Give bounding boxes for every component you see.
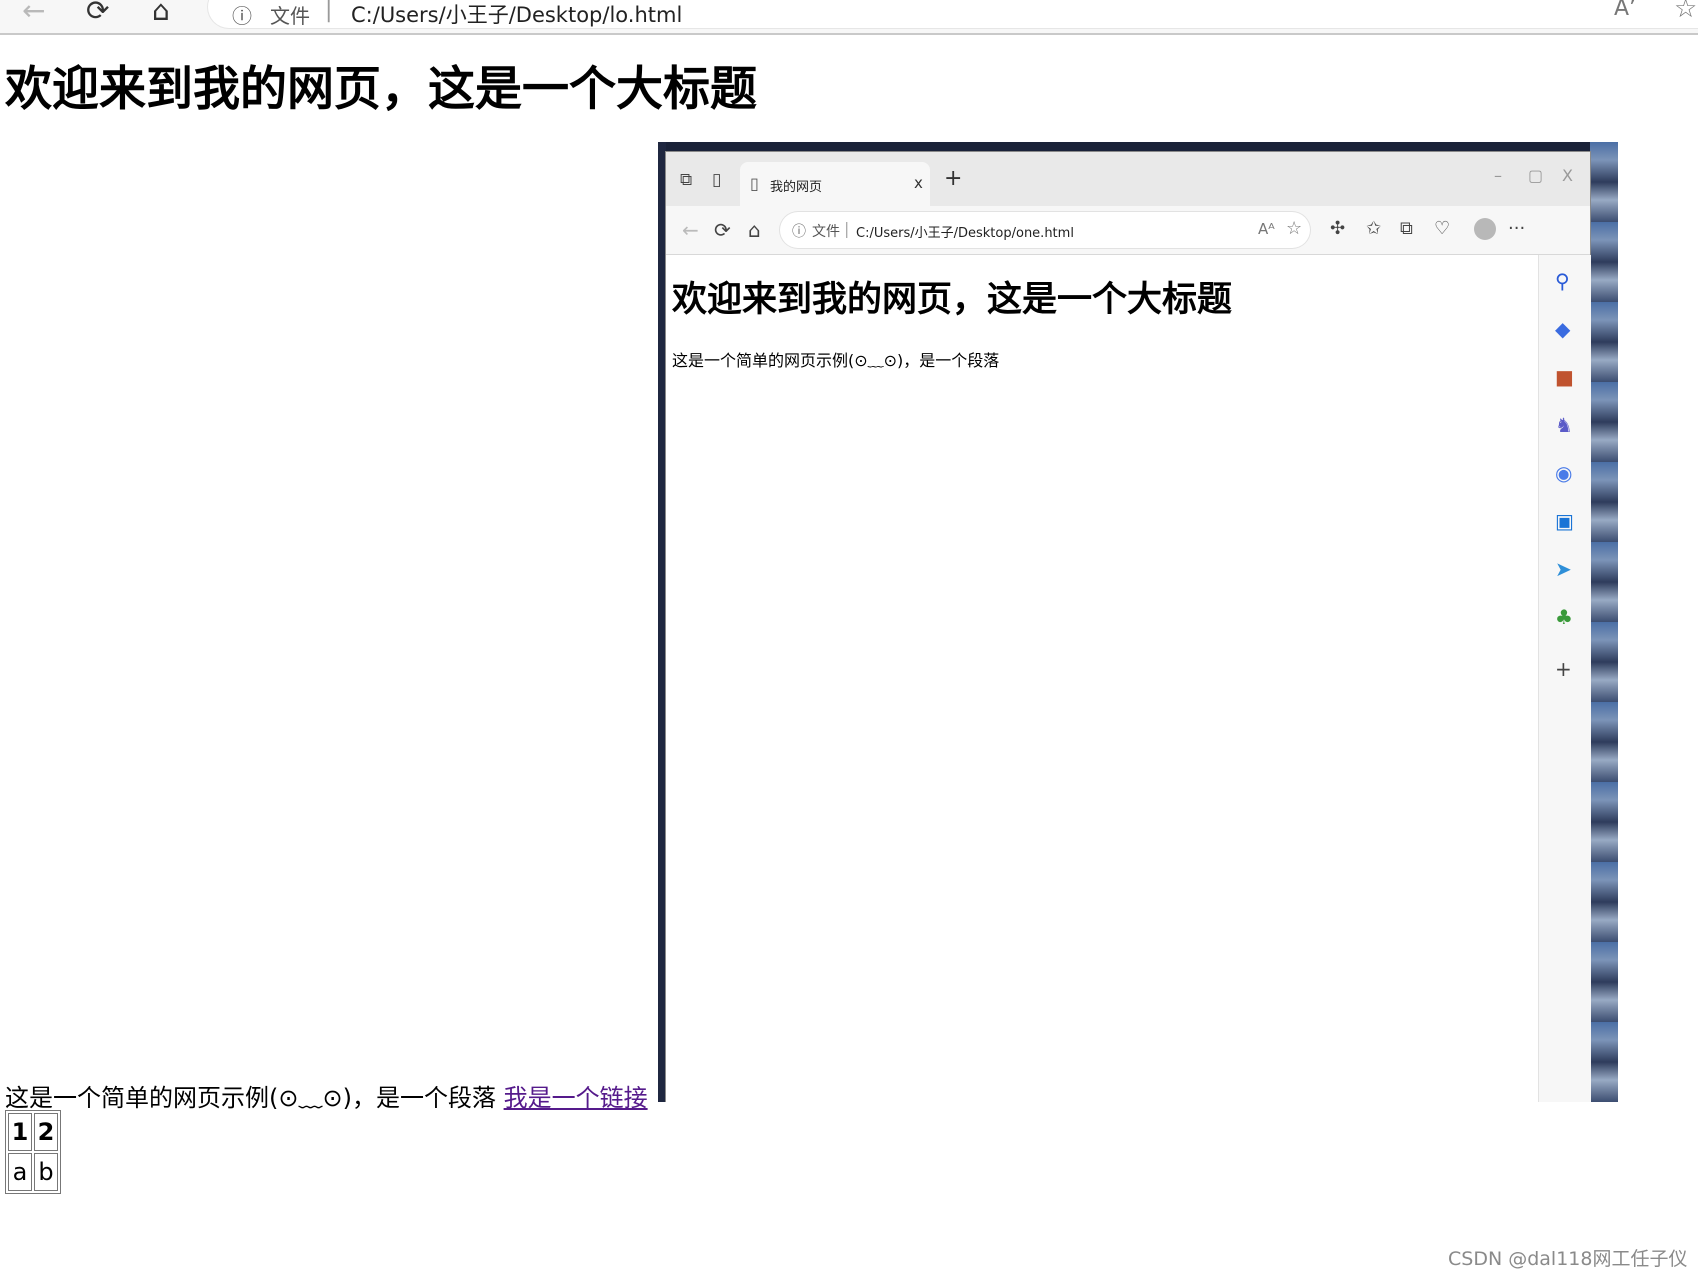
embedded-screenshot-image: ⧉ ▯ ▯ 我的网页 x + – ▢ X ← ⟳ ⌂ ⓘ 文件 | C:/Use… [658, 142, 1618, 1102]
add-icon: + [1555, 657, 1572, 681]
home-icon[interactable]: ⌂ [152, 0, 170, 27]
page-paragraph: 这是一个简单的网页示例(⊙﹏⊙)，是一个段落 我是一个链接 [5, 1078, 648, 1113]
home-icon: ⌂ [748, 218, 761, 242]
info-icon: ⓘ [792, 224, 806, 240]
address-separator: | [325, 0, 333, 23]
table-row: 1 2 [8, 1113, 58, 1151]
read-aloud-icon: Aᴬ [1258, 220, 1275, 238]
more-icon: ··· [1508, 218, 1526, 239]
address-bar[interactable]: ⓘ 文件 | C:/Users/小王子/Desktop/lo.html [208, 0, 1698, 28]
address-url[interactable]: C:/Users/小王子/Desktop/lo.html [351, 0, 682, 29]
desktop-background [658, 142, 666, 1102]
refresh-icon[interactable]: ⟳ [86, 0, 109, 27]
info-icon[interactable]: ⓘ [232, 0, 252, 29]
address-url: C:/Users/小王子/Desktop/one.html [856, 226, 1074, 241]
table-cell: 2 [34, 1113, 58, 1151]
inner-browser-window: ⧉ ▯ ▯ 我的网页 x + – ▢ X ← ⟳ ⌂ ⓘ 文件 | C:/Use… [666, 152, 1591, 1102]
address-bar: ⓘ 文件 | C:/Users/小王子/Desktop/one.html Aᴬ … [780, 212, 1310, 248]
favorite-icon[interactable]: ☆ [1674, 0, 1697, 24]
collections-icon: ⧉ [1400, 218, 1413, 239]
close-window-icon: X [1562, 166, 1573, 185]
tab-title: 我的网页 [770, 180, 823, 195]
table-cell: b [34, 1153, 58, 1191]
send-icon: ➤ [1555, 557, 1572, 581]
inner-page-paragraph: 这是一个简单的网页示例(⊙﹏⊙)，是一个段落 [672, 351, 1000, 370]
search-icon: ⚲ [1555, 269, 1570, 293]
tab-bar: ⧉ ▯ ▯ 我的网页 x + – ▢ X [666, 152, 1590, 206]
read-aloud-icon[interactable]: Aʼ [1614, 0, 1636, 21]
table-cell: 1 [8, 1113, 32, 1151]
new-tab-icon: + [944, 166, 963, 191]
workspaces-icon: ⧉ [680, 170, 693, 190]
outlook-icon: ▣ [1555, 509, 1574, 533]
tree-icon: ♣ [1555, 605, 1573, 629]
inner-page-content: 欢迎来到我的网页，这是一个大标题 这是一个简单的网页示例(⊙﹏⊙)，是一个段落 [666, 255, 1538, 1102]
tag-icon: ◆ [1555, 317, 1571, 341]
back-icon: ← [682, 218, 699, 242]
back-icon[interactable]: ← [22, 0, 45, 27]
office-icon: ◉ [1555, 461, 1573, 485]
address-label: 文件 [812, 224, 840, 240]
page-title: 欢迎来到我的网页，这是一个大标题 [5, 62, 757, 117]
health-icon: ♡ [1434, 218, 1451, 239]
watermark: CSDN @dal118网工任子仪 [1448, 1248, 1688, 1270]
desktop-background [1590, 142, 1618, 1102]
inner-page-title: 欢迎来到我的网页，这是一个大标题 [672, 280, 1233, 320]
avatar [1474, 218, 1496, 240]
extensions-icon: ✣ [1330, 218, 1346, 239]
browser-toolbar: ← ⟳ ⌂ ⓘ 文件 | C:/Users/小王子/Desktop/lo.htm… [0, 0, 1698, 35]
table-cell: a [8, 1153, 32, 1191]
tab-my-page: ▯ 我的网页 x [740, 162, 930, 206]
favorites-icon: ✩ [1366, 218, 1382, 239]
briefcase-icon: ■ [1555, 365, 1574, 389]
tab-actions-icon: ▯ [712, 170, 722, 190]
minimize-icon: – [1494, 166, 1502, 185]
nav-bar: ← ⟳ ⌂ ⓘ 文件 | C:/Users/小王子/Desktop/one.ht… [666, 206, 1590, 255]
refresh-icon: ⟳ [714, 218, 731, 242]
address-separator: | [844, 219, 850, 238]
paragraph-text: 这是一个简单的网页示例(⊙﹏⊙)，是一个段落 [5, 1084, 496, 1112]
address-label: 文件 [270, 4, 310, 28]
favorite-icon: ☆ [1286, 218, 1303, 239]
page-link[interactable]: 我是一个链接 [504, 1084, 648, 1112]
maximize-icon: ▢ [1528, 166, 1544, 185]
data-table: 1 2 a b [5, 1110, 61, 1194]
chess-icon: ♞ [1555, 413, 1573, 437]
edge-sidebar: ⚲ ◆ ■ ♞ ◉ ▣ ➤ ♣ + [1538, 255, 1591, 1102]
close-icon: x [914, 174, 923, 192]
page-icon: ▯ [750, 174, 759, 193]
table-row: a b [8, 1153, 58, 1191]
